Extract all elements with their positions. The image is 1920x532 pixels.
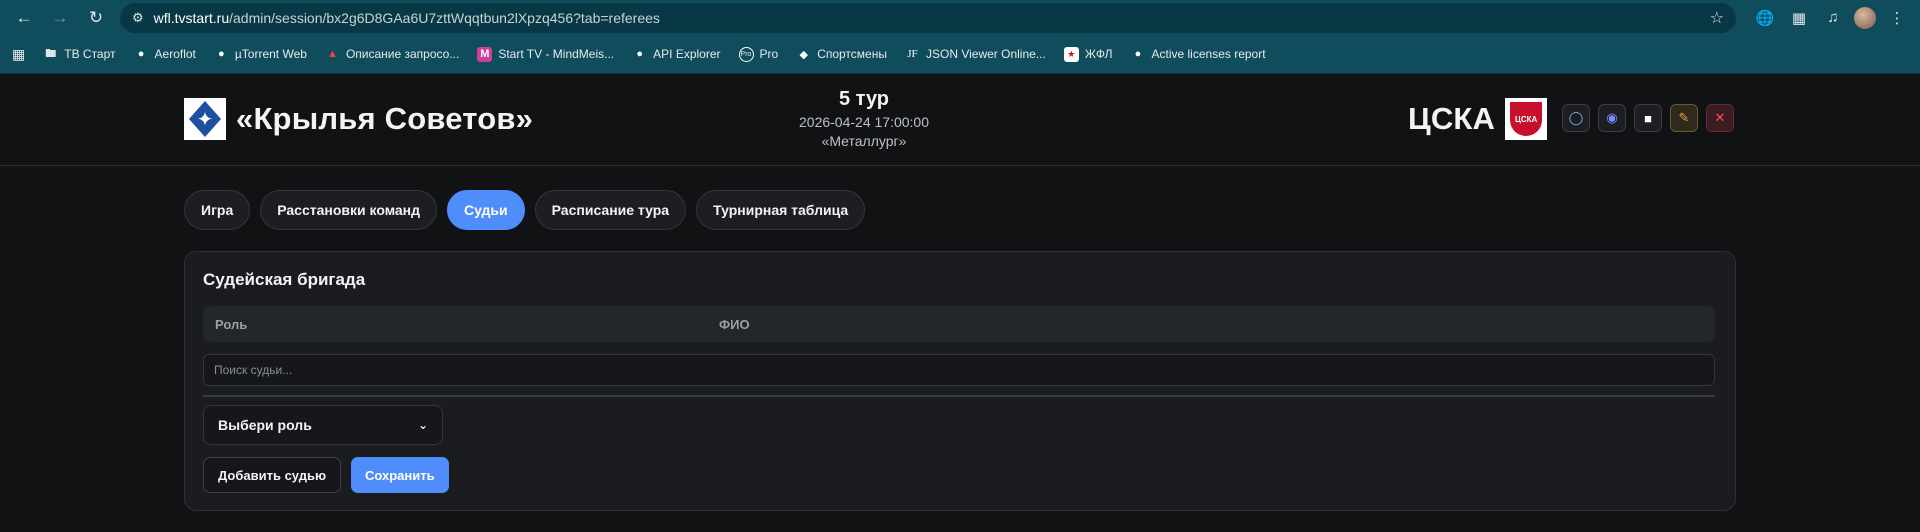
save-button[interactable]: Сохранить [351, 457, 449, 493]
bookmark-label: Pro [759, 47, 779, 61]
match-venue: «Металлург» [821, 133, 907, 149]
site-info-icon[interactable]: ⚙ [132, 10, 144, 26]
divider [203, 395, 1715, 397]
bookmark-label: API Explorer [653, 47, 721, 61]
bookmark-label: µTorrent Web [234, 47, 307, 61]
tab-referees[interactable]: Судьи [447, 190, 525, 230]
menu-kebab-icon[interactable]: ⋮ [1884, 5, 1910, 31]
bookmark-utorrent[interactable]: ● µTorrent Web [214, 47, 307, 62]
round-label: 5 тур [838, 88, 890, 110]
bookmark-label: Active licenses report [1151, 47, 1266, 61]
url-text[interactable]: wfl.tvstart.ru/admin/session/bx2g6D8GAa6… [154, 10, 660, 26]
bookmark-athletes[interactable]: ◆ Спортсмены [796, 47, 887, 62]
profile-avatar[interactable] [1854, 6, 1876, 29]
column-role: Роль [215, 316, 248, 332]
globe-icon: ● [1134, 48, 1142, 60]
close-icon: ✕ [1714, 110, 1726, 125]
column-fio: ФИО [719, 316, 750, 332]
add-referee-button[interactable]: Добавить судью [203, 457, 342, 493]
bookmark-label: Start TV - MindMeis... [498, 47, 615, 61]
diamond-icon: ◆ [799, 48, 808, 61]
tab-standings[interactable]: Турнирная таблица [696, 190, 866, 230]
close-button[interactable]: ✕ [1706, 104, 1734, 132]
match-actions: ◯ ◉ ■ ✎ ✕ [1562, 104, 1734, 132]
role-select[interactable]: Выбери роль ⌄ [203, 405, 443, 445]
bookmark-label: Спортсмены [817, 47, 887, 61]
zhfl-icon: ★ [1063, 46, 1079, 62]
referee-table-header: Роль ФИО [203, 306, 1715, 342]
stop-icon: ■ [1644, 110, 1652, 126]
match-info: 5 тур 2026-04-24 17:00:00 «Металлург» [700, 88, 1028, 149]
card-title: Судейская бригада [203, 270, 366, 289]
bookmark-pro[interactable]: Pro Pro [738, 46, 779, 62]
bookmarks-bar: ▦ 🖿 ТВ Старт ● Aeroflot ● µTorrent Web ▲ Опи… [0, 35, 1920, 74]
pencil-icon: ✎ [1678, 110, 1690, 125]
back-icon[interactable]: ← [10, 4, 38, 32]
role-select-value: Выбери роль [218, 417, 312, 433]
translate-icon[interactable]: 🌐 [1752, 5, 1778, 31]
match-datetime: 2026-04-24 17:00:00 [799, 114, 929, 130]
extensions-icon[interactable]: ▦ [1786, 5, 1812, 31]
url-host: wfl.tvstart.ru [153, 9, 230, 26]
bookmark-tv-start[interactable]: 🖿 ТВ Старт [43, 47, 115, 62]
bookmark-label: JSON Viewer Online... [925, 47, 1046, 61]
mindmeister-icon: M [477, 46, 493, 62]
away-team: ЦСКА ЦСКА [1408, 98, 1548, 140]
bookmark-label: ТВ Старт [64, 47, 116, 61]
tab-game[interactable]: Игра [184, 190, 251, 230]
pdf-icon: ▲ [326, 48, 338, 60]
bookmark-label: Описание запросо... [345, 47, 460, 61]
globe-icon: ● [636, 48, 643, 60]
bookmark-label: ЖФЛ [1084, 47, 1113, 61]
star-icon[interactable]: ☆ [1710, 8, 1724, 28]
cska-logo-icon: ЦСКА [1510, 102, 1543, 136]
database-button[interactable]: ◉ [1598, 104, 1626, 132]
referee-search-input[interactable] [203, 354, 1715, 386]
referee-card: Судейская бригада Роль ФИО Выбери роль ⌄… [184, 251, 1736, 511]
tab-lineups[interactable]: Расстановки команд [260, 190, 437, 230]
globe-icon: ◯ [1568, 110, 1584, 125]
globe-button[interactable]: ◯ [1562, 104, 1590, 132]
bookmark-aeroflot[interactable]: ● Aeroflot [134, 47, 196, 62]
media-control-icon[interactable]: ♫ [1820, 5, 1846, 31]
bookmark-requests-description[interactable]: ▲ Описание запросо... [325, 47, 459, 62]
bookmark-mindmeister[interactable]: M Start TV - MindMeis... [477, 46, 615, 62]
tab-bar: Игра Расстановки команд Судьи Расписание… [184, 190, 866, 230]
apps-icon[interactable]: ▦ [12, 46, 25, 63]
bookmark-api-explorer[interactable]: ● API Explorer [632, 47, 720, 62]
away-team-name: ЦСКА [1408, 101, 1496, 136]
bookmark-zhfl[interactable]: ★ ЖФЛ [1063, 46, 1113, 62]
home-team-logo: ✦ [184, 98, 226, 140]
url-path: /admin/session/bx2g6D8GAa6U7zttWqqtbun2l… [229, 9, 660, 26]
jf-icon: JF [907, 48, 918, 60]
tab-round-schedule[interactable]: Расписание тура [534, 190, 687, 230]
page-content: ✦ «Крылья Советов» 5 тур 2026-04-24 17:0… [0, 74, 1920, 532]
globe-icon: ● [137, 48, 145, 60]
reload-icon[interactable]: ↻ [82, 4, 110, 32]
address-bar[interactable]: ⚙ wfl.tvstart.ru/admin/session/bx2g6D8GA… [120, 2, 1736, 33]
home-team-name: «Крылья Советов» [236, 101, 534, 136]
pro-icon: Pro [738, 46, 754, 62]
krylya-sovetov-logo-icon: ✦ [189, 101, 221, 137]
stop-button[interactable]: ■ [1634, 104, 1662, 132]
database-icon: ◉ [1606, 110, 1618, 125]
bookmark-json-viewer[interactable]: JF JSON Viewer Online... [905, 47, 1046, 62]
folder-icon: 🖿 [45, 47, 57, 60]
away-team-logo: ЦСКА [1505, 98, 1548, 140]
home-team: ✦ «Крылья Советов» [184, 98, 533, 140]
match-header: ✦ «Крылья Советов» 5 тур 2026-04-24 17:0… [0, 74, 1920, 166]
chevron-down-icon: ⌄ [417, 418, 428, 432]
bookmark-label: Aeroflot [154, 47, 196, 61]
globe-icon: ● [218, 48, 225, 60]
browser-toolbar: ← → ↻ ⚙ wfl.tvstart.ru/admin/session/bx2… [0, 0, 1920, 35]
forward-icon[interactable]: → [46, 4, 74, 32]
bookmark-active-licenses[interactable]: ● Active licenses report [1131, 47, 1266, 62]
edit-button[interactable]: ✎ [1670, 104, 1698, 132]
